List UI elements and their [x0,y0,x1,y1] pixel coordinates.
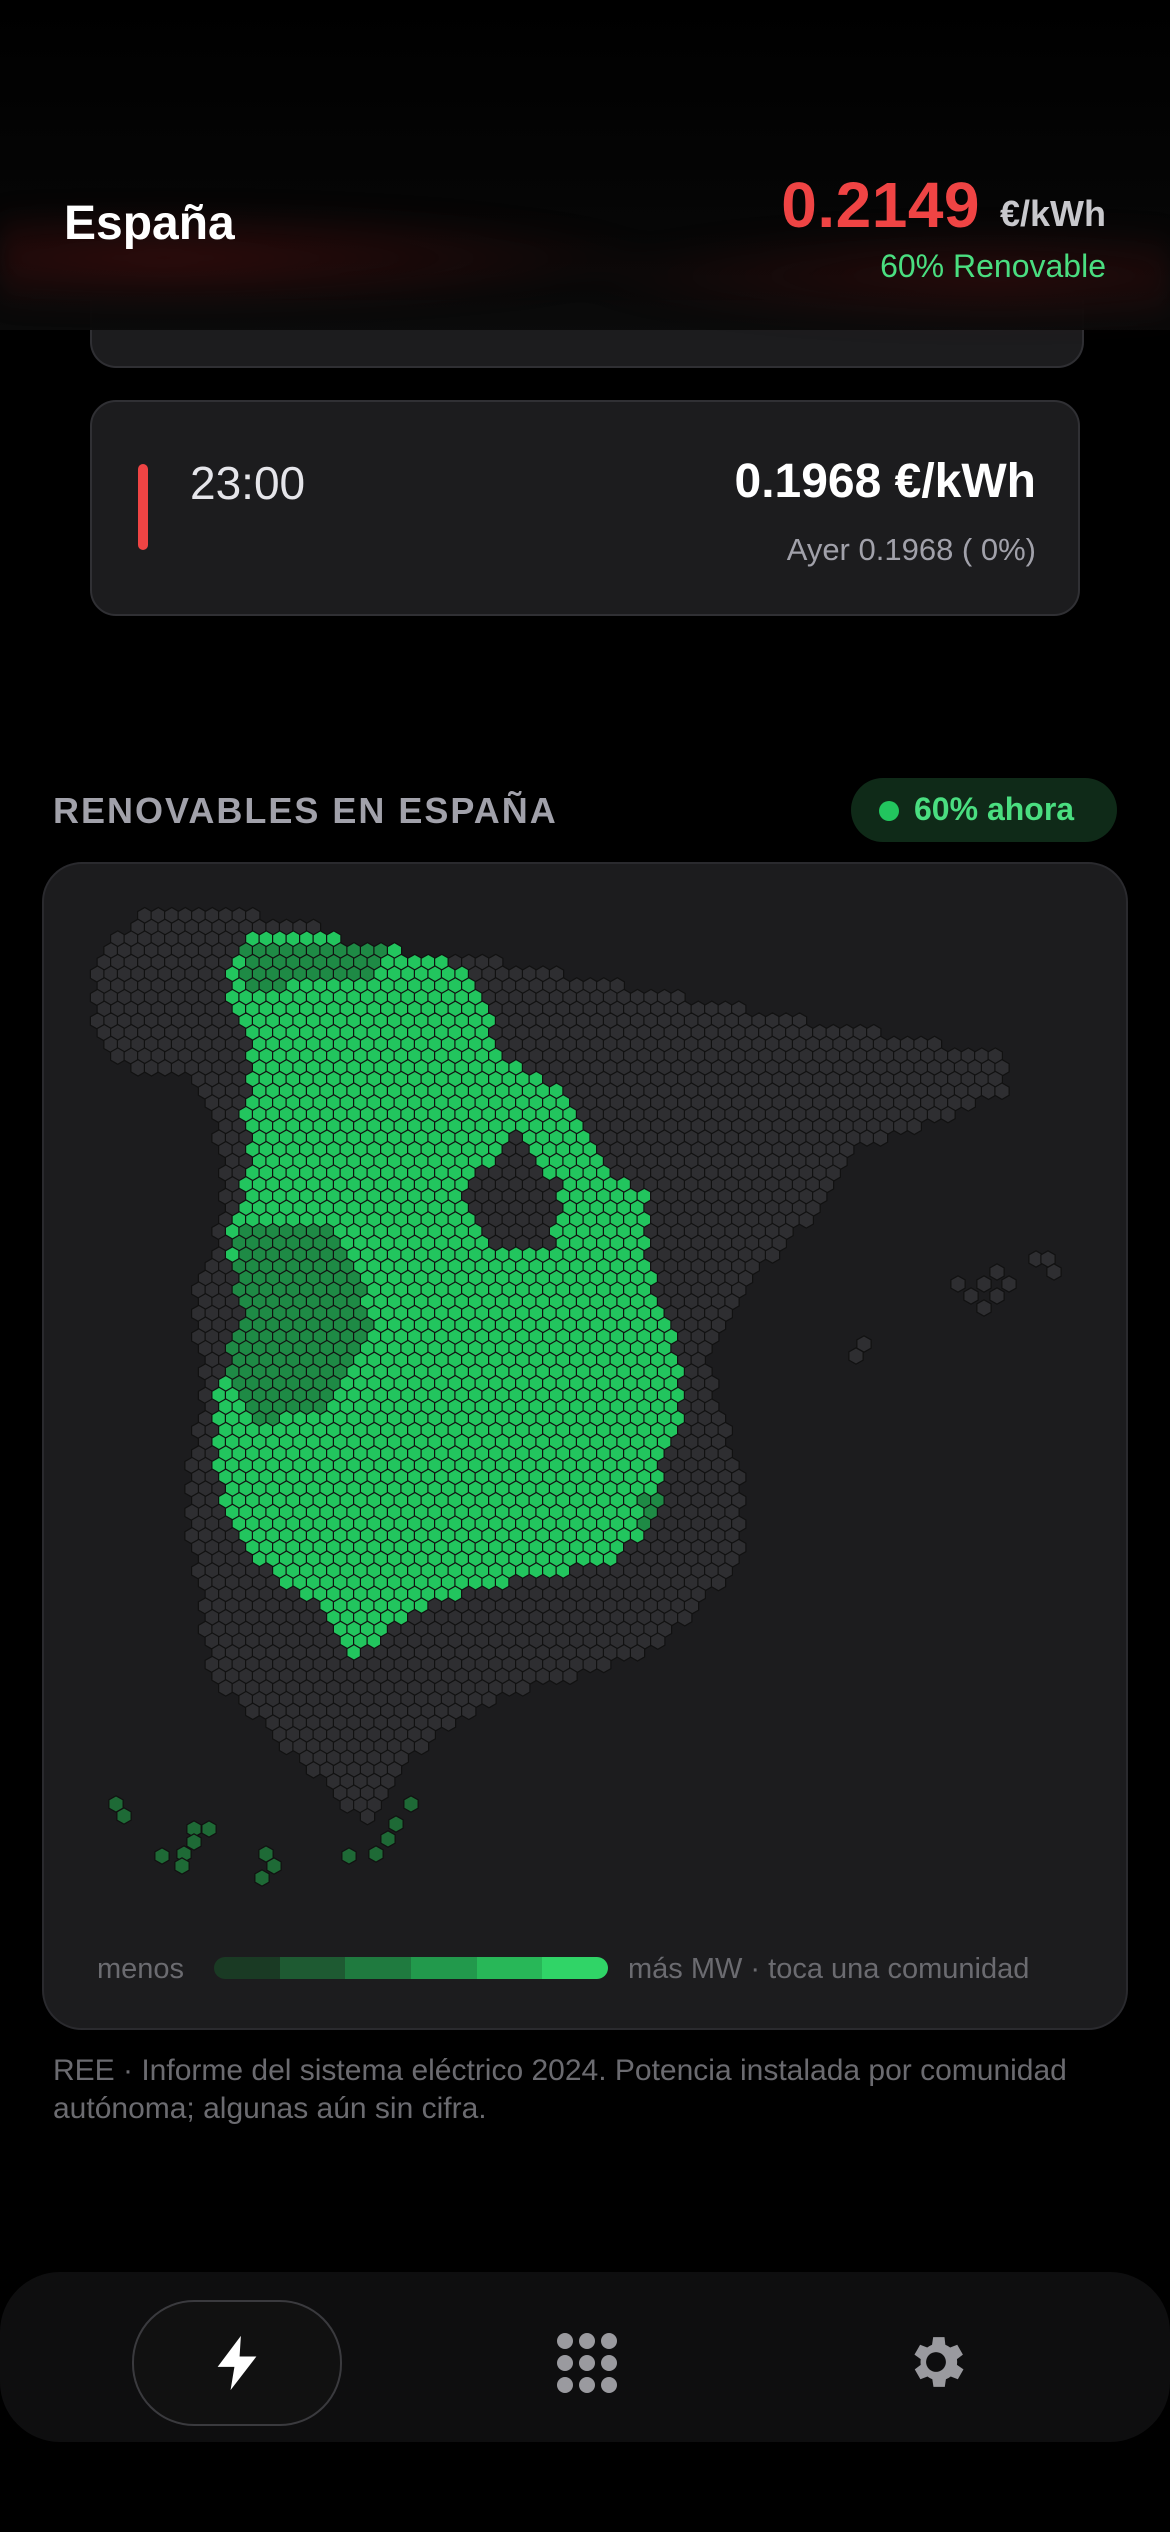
map-hex-cell [461,1702,477,1721]
map-hex-cell [582,1655,599,1674]
map-hex-cell [341,1847,357,1865]
tab-grid[interactable] [536,2320,636,2402]
map-hex-cell [926,1105,943,1124]
map-hex-cell [940,1105,956,1124]
now-badge-label: 60% ahora [914,791,1075,827]
spain-hex-map-card[interactable] [42,862,1128,2030]
current-price: 0.2149 [781,169,980,241]
map-hex-cell [562,1667,578,1686]
map-hex-cell [201,1820,217,1838]
legend-swatch-5 [476,1957,543,1979]
legend-swatch-2 [279,1957,346,1979]
legend-scale [214,1957,608,1979]
legend-less-label: menos [97,1953,185,1985]
map-hex-cell [278,1737,295,1756]
map-hex-cell [595,1655,612,1674]
map-hex-cell [254,1869,270,1887]
map-hex-cell [368,1845,384,1863]
hour-time: 23:00 [190,457,306,509]
gear-icon [914,2337,964,2387]
map-hex-cell [616,1643,632,1662]
map-hex-cell [388,1815,404,1833]
map-hex-cell [848,1347,864,1365]
map-hex-cell [710,1573,727,1592]
map-hex-cell [980,1082,997,1101]
map-hex-cell [380,1830,396,1848]
price-unit: €/kWh [999,193,1106,234]
map-hex-cell [339,1796,355,1814]
legend-more-label: más MW · toca una comunidad [628,1953,1030,1985]
map-hex-cell [976,1299,992,1317]
legend-swatch-6 [542,1957,608,1979]
bolt-icon [217,2335,257,2391]
map-hex-cell [174,1857,190,1875]
map-hex-cell [116,1807,132,1825]
map-hex-cell [989,1287,1005,1305]
map-hex-cell [130,1058,146,1077]
map-hex-cell [109,1047,126,1065]
renewable-percent: 60% Renovable [880,248,1106,284]
map-hex-cell [305,1760,322,1779]
map-hex-cell [872,1129,889,1147]
map-hex-cell [218,1679,234,1697]
map-hex-cell [764,1246,781,1264]
source-note: REE · Informe del sistema eléctrico 2024… [53,2054,1067,2125]
map-hex-cell [950,1275,966,1293]
map-hex-cell [143,1058,160,1077]
legend-swatch-3 [345,1957,412,1979]
map-hex-cell [258,1845,274,1863]
price-level-indicator [138,464,148,550]
map-hex-cell [186,1833,202,1851]
spain-hex-map[interactable] [44,864,1126,2028]
now-badge: 60% ahora [851,778,1117,842]
map-hex-cell [960,1094,977,1112]
map-hex-cell [676,1608,693,1627]
map-hex-cell [170,1058,187,1077]
map-hex-cell [1046,1263,1062,1281]
map-hex-cell [976,1275,992,1293]
map-hex-cell [548,1667,565,1686]
map-hex-cell [892,1117,909,1136]
map-hex-cell [515,1679,531,1697]
tab-settings[interactable] [886,2320,986,2402]
map-hex-cell [440,1714,457,1732]
map-hex-cell [535,1667,551,1686]
region-title: España [64,197,235,250]
map-hex-cell [989,1263,1005,1281]
tab-prices[interactable] [132,2300,342,2426]
map-hex-cell [859,1129,875,1147]
map-hex-cell [403,1795,419,1813]
legend-swatch-4 [411,1957,477,1979]
map-hex-cell [906,1117,923,1136]
map-hex-cell [963,1287,979,1305]
map-hex-cell [1001,1275,1017,1293]
yesterday-comparison: Ayer 0.1968 ( 0%) [786,532,1036,567]
map-hex-cell [245,1702,261,1721]
map-hex-cell [481,1690,497,1709]
map-hex-cell [359,1807,376,1826]
hour-price: 0.1968 €/kWh [734,455,1037,508]
section-title: RENOVABLES EN ESPAÑA [53,790,558,831]
grid-icon [557,2333,617,2393]
top-header: España 0.2149 €/kWh 60% Renovable [0,0,1170,330]
legend-swatch-1 [214,1957,280,1979]
map-hex-cell [157,1058,173,1077]
map-hex-cell [501,1679,517,1697]
hour-price-card[interactable]: 23:00 0.1968 €/kWh Ayer 0.1968 ( 0%) [90,400,1080,616]
map-hex-cell [649,1632,666,1650]
status-dot-icon [879,801,899,821]
map-hex-cell [629,1643,646,1662]
map-hex-cell [798,1211,815,1229]
map-hex-cell [154,1847,170,1865]
map-hex-cell [994,1082,1010,1101]
map-hex-cell [413,1737,430,1756]
